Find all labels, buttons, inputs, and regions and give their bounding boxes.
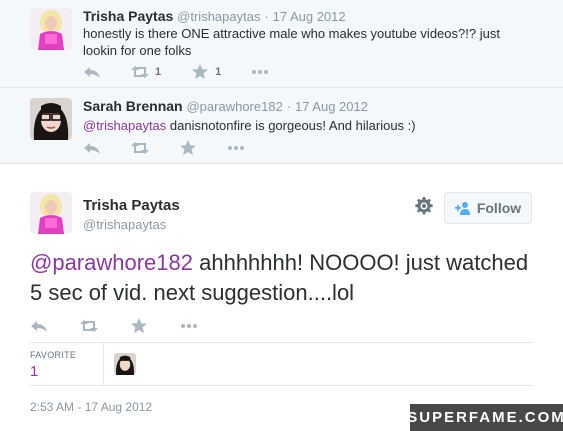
- retweet-icon: [131, 142, 149, 154]
- divider: [103, 343, 104, 386]
- tweet-header: Trisha Paytas @trishapaytas · 17 Aug 201…: [83, 8, 346, 24]
- tweet-actions: [30, 318, 230, 334]
- reply-icon: [84, 67, 100, 78]
- retweet-icon: [131, 66, 149, 78]
- more-button[interactable]: [227, 140, 245, 156]
- retweet-button[interactable]: [131, 140, 149, 156]
- tweet-timestamp[interactable]: 2:53 AM - 17 Aug 2012: [30, 400, 152, 414]
- reply-button[interactable]: [83, 64, 101, 80]
- favoriter-avatar[interactable]: [114, 353, 136, 375]
- more-button[interactable]: [180, 318, 198, 334]
- avatar[interactable]: [30, 98, 72, 140]
- reply-icon: [31, 321, 47, 332]
- tweet-actions: 1 1: [83, 64, 299, 80]
- user-name[interactable]: Sarah Brennan: [83, 98, 183, 114]
- favorite-icon: [180, 140, 196, 155]
- user-name[interactable]: Trisha Paytas: [83, 8, 173, 24]
- avatar[interactable]: [30, 8, 72, 50]
- favorite-icon: [131, 318, 147, 333]
- tweet-time[interactable]: 17 Aug 2012: [295, 99, 368, 114]
- user-name[interactable]: Trisha Paytas: [83, 197, 180, 214]
- user-handle[interactable]: @trishapaytas: [177, 9, 260, 24]
- separator: ·: [286, 99, 292, 114]
- tweet-time[interactable]: 17 Aug 2012: [273, 9, 346, 24]
- main-tweet: Trisha Paytas @trishapaytas Follow @para…: [0, 164, 563, 431]
- favorite-stat-label: FAVORITE: [30, 350, 77, 360]
- more-icon: [181, 324, 197, 328]
- user-handle[interactable]: @parawhore182: [186, 99, 282, 114]
- tweet-text: @trishapaytas danisnotonfire is gorgeous…: [83, 117, 523, 134]
- favorite-button[interactable]: [130, 318, 148, 334]
- mention-link[interactable]: @trishapaytas: [83, 118, 166, 133]
- watermark: SUPERFAME.COM: [407, 404, 563, 431]
- tweet-header: Sarah Brennan @parawhore182 · 17 Aug 201…: [83, 98, 368, 114]
- reply-button[interactable]: [83, 140, 101, 156]
- tweet-actions: [83, 140, 275, 156]
- tweet-stats: FAVORITE 1: [30, 342, 533, 386]
- more-icon: [228, 146, 244, 150]
- retweet-button[interactable]: [80, 318, 98, 334]
- avatar[interactable]: [30, 192, 72, 234]
- mention-link[interactable]: @parawhore182: [30, 250, 193, 275]
- favorite-button[interactable]: [179, 140, 197, 156]
- follow-person-icon: [454, 202, 470, 215]
- retweet-icon: [80, 320, 98, 332]
- tweet-text: honestly is there ONE attractive male wh…: [83, 26, 500, 58]
- favorite-stat-count[interactable]: 1: [30, 363, 38, 380]
- retweet-count: 1: [155, 66, 162, 78]
- reply-icon: [84, 143, 100, 154]
- retweet-button[interactable]: 1: [131, 64, 161, 80]
- favorite-icon: [192, 64, 209, 79]
- gear-icon[interactable]: [415, 197, 433, 215]
- reply-button[interactable]: [30, 318, 48, 334]
- thread-tweet[interactable]: Sarah Brennan @parawhore182 · 17 Aug 201…: [0, 88, 563, 164]
- favorite-count: 1: [215, 66, 222, 78]
- follow-label: Follow: [476, 200, 522, 216]
- thread-tweet[interactable]: Trisha Paytas @trishapaytas · 17 Aug 201…: [0, 0, 563, 88]
- follow-button[interactable]: Follow: [444, 192, 532, 224]
- tweet-text: @parawhore182 ahhhhhhh! NOOOO! just watc…: [30, 248, 530, 308]
- more-button[interactable]: [251, 64, 269, 80]
- more-icon: [252, 70, 269, 74]
- separator: ·: [264, 9, 269, 24]
- favorite-button[interactable]: 1: [191, 64, 221, 80]
- user-handle[interactable]: @trishapaytas: [83, 217, 166, 232]
- tweet-body: danisnotonfire is gorgeous! And hilariou…: [166, 118, 416, 133]
